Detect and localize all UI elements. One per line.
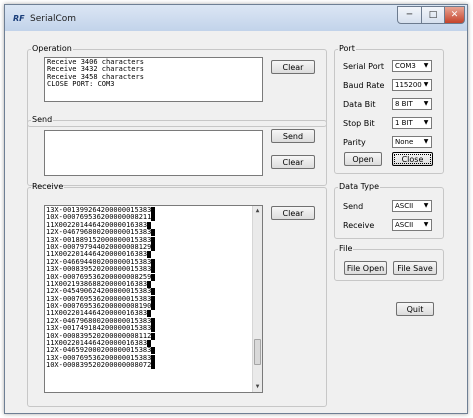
line-end-marker: [151, 207, 156, 214]
receive-scrollbar[interactable]: ▲ ▼: [252, 206, 262, 392]
chevron-down-icon: ▼: [423, 221, 429, 228]
baud-rate-label: Baud Rate: [343, 81, 385, 90]
line-end-marker: [151, 288, 156, 296]
file-save-button[interactable]: File Save: [393, 261, 437, 275]
file-legend: File: [339, 244, 353, 253]
receive-type-label: Receive: [343, 221, 375, 230]
send-legend: Send: [32, 115, 53, 124]
receive-line-text: 10X-000839520200000008072: [46, 361, 152, 370]
receive-legend: Receive: [32, 182, 64, 191]
line-end-marker: [151, 266, 156, 274]
serial-port-value: COM3: [395, 62, 416, 70]
client-area: Operation Receive 3406 characters Receiv…: [7, 31, 465, 411]
port-legend: Port: [339, 44, 355, 53]
stop-bit-select[interactable]: 1 BIT ▼: [392, 117, 432, 129]
operation-log[interactable]: Receive 3406 characters Receive 3432 cha…: [44, 57, 263, 102]
chevron-down-icon: ▼: [423, 138, 429, 145]
scroll-thumb[interactable]: [254, 339, 261, 365]
scroll-up-icon[interactable]: ▲: [253, 206, 262, 216]
chevron-down-icon: ▼: [423, 62, 429, 69]
chevron-down-icon: ▼: [423, 202, 429, 209]
receive-type-select[interactable]: ASCII ▼: [392, 219, 432, 231]
title-bar[interactable]: RF SerialCom ─ □ ✕: [5, 5, 467, 31]
line-end-marker: [151, 332, 156, 340]
line-end-marker: [151, 303, 156, 311]
scroll-down-icon[interactable]: ▼: [253, 382, 262, 392]
baud-rate-select[interactable]: 115200 ▼: [392, 79, 432, 91]
window-title: SerialCom: [30, 14, 77, 24]
receive-clear-button[interactable]: Clear: [271, 206, 315, 220]
line-end-marker: [151, 347, 156, 355]
serial-port-select[interactable]: COM3 ▼: [392, 60, 432, 72]
file-open-button[interactable]: File Open: [344, 261, 387, 275]
line-end-marker: [151, 258, 156, 266]
line-end-marker: [151, 243, 156, 251]
data-bit-label: Data Bit: [343, 100, 376, 109]
receive-line-text: 12X-046796800200000015383: [46, 228, 152, 237]
serial-port-label: Serial Port: [343, 62, 385, 71]
close-window-button[interactable]: ✕: [444, 6, 465, 24]
minimize-icon: ─: [406, 10, 413, 20]
chevron-down-icon: ▼: [423, 100, 429, 107]
line-end-marker: [151, 354, 156, 362]
send-type-value: ASCII: [395, 202, 414, 210]
maximize-icon: □: [428, 10, 438, 20]
operation-clear-button[interactable]: Clear: [271, 60, 315, 74]
line-end-marker: [151, 214, 156, 222]
send-type-label: Send: [343, 202, 364, 211]
data-bit-value: 8 BIT: [395, 100, 413, 108]
parity-label: Parity: [343, 138, 366, 147]
quit-button[interactable]: Quit: [396, 302, 434, 316]
baud-rate-value: 115200: [395, 81, 422, 89]
app-icon: RF: [13, 14, 25, 23]
data-bit-select[interactable]: 8 BIT ▼: [392, 98, 432, 110]
line-end-marker: [151, 362, 156, 370]
parity-value: None: [395, 138, 414, 146]
line-end-marker: [151, 295, 156, 303]
operation-legend: Operation: [32, 44, 72, 53]
maximize-button[interactable]: □: [421, 6, 445, 24]
line-end-marker: [151, 317, 156, 325]
line-end-marker: [151, 236, 156, 244]
send-button[interactable]: Send: [271, 129, 315, 143]
minimize-button[interactable]: ─: [397, 6, 422, 24]
serialcom-window: RF SerialCom ─ □ ✕ Operation Receive 340…: [4, 4, 468, 414]
receive-output[interactable]: 13X-001399264200000015383 10X-00076953620…: [44, 205, 263, 393]
line-end-marker: [151, 325, 156, 333]
stop-bit-value: 1 BIT: [395, 119, 413, 127]
close-port-button[interactable]: Close: [392, 152, 433, 166]
data-type-legend: Data Type: [339, 182, 380, 191]
open-port-button[interactable]: Open: [344, 152, 382, 166]
line-end-marker: [151, 273, 156, 281]
chevron-down-icon: ▼: [423, 119, 429, 126]
receive-type-value: ASCII: [395, 221, 414, 229]
line-end-marker: [151, 229, 156, 237]
send-type-select[interactable]: ASCII ▼: [392, 200, 432, 212]
parity-select[interactable]: None ▼: [392, 136, 432, 148]
stop-bit-label: Stop Bit: [343, 119, 375, 128]
chevron-down-icon: ▼: [423, 81, 429, 88]
operation-log-line: CLOSE PORT: COM3: [47, 80, 115, 89]
receive-line: 10X-000839520200000008072: [45, 361, 262, 370]
send-clear-button[interactable]: Clear: [271, 155, 315, 169]
receive-line-text: 13X-000839520200000015383: [46, 265, 152, 274]
receive-lines: 13X-001399264200000015383 10X-00076953620…: [45, 206, 262, 370]
close-icon: ✕: [450, 10, 459, 20]
send-input[interactable]: [44, 130, 263, 176]
